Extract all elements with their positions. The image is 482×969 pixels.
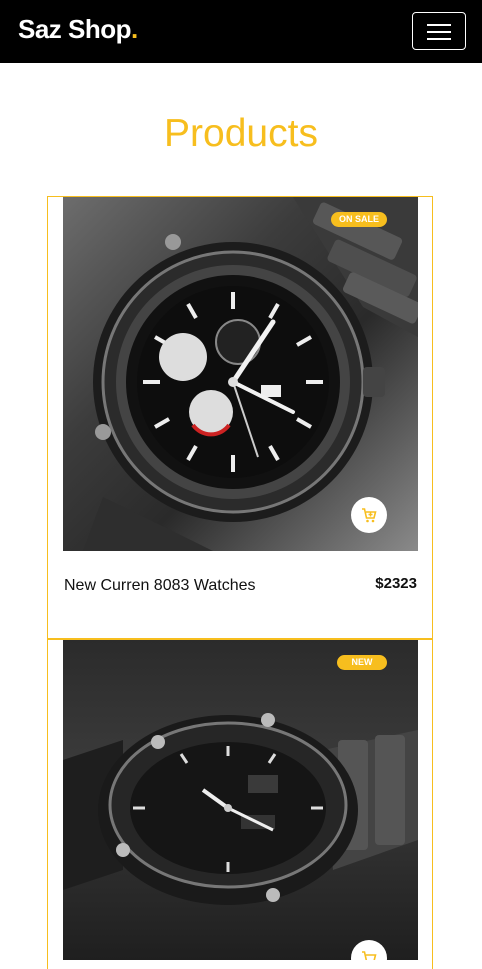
product-card[interactable]: ON SALE New Curren 8083 Watches $2323 <box>47 196 433 639</box>
hamburger-icon-line-3 <box>427 38 451 40</box>
product-image-watch[interactable]: ON SALE <box>63 197 418 551</box>
add-to-cart-button[interactable] <box>351 497 387 533</box>
product-price: $2323 <box>375 575 417 592</box>
on-sale-badge: ON SALE <box>330 212 387 227</box>
product-name[interactable]: New Curren 8083 Watches <box>64 577 256 595</box>
watch-illustration <box>63 713 418 905</box>
product-image-watch[interactable]: NEW <box>63 640 418 960</box>
add-to-cart-icon <box>362 950 377 960</box>
brand-name: Saz Shop <box>18 14 132 44</box>
add-to-cart-icon <box>362 507 377 522</box>
hamburger-icon-line-1 <box>427 24 451 26</box>
page-title: Products <box>164 112 318 155</box>
brand-dot: . <box>131 14 138 44</box>
hamburger-icon-line-2 <box>427 31 451 33</box>
navbar: Saz Shop. <box>0 0 482 63</box>
new-badge: NEW <box>337 655 387 670</box>
brand-logo[interactable]: Saz Shop. <box>18 14 138 45</box>
menu-toggle-button[interactable] <box>412 12 466 50</box>
product-card[interactable]: NEW <box>47 639 433 969</box>
